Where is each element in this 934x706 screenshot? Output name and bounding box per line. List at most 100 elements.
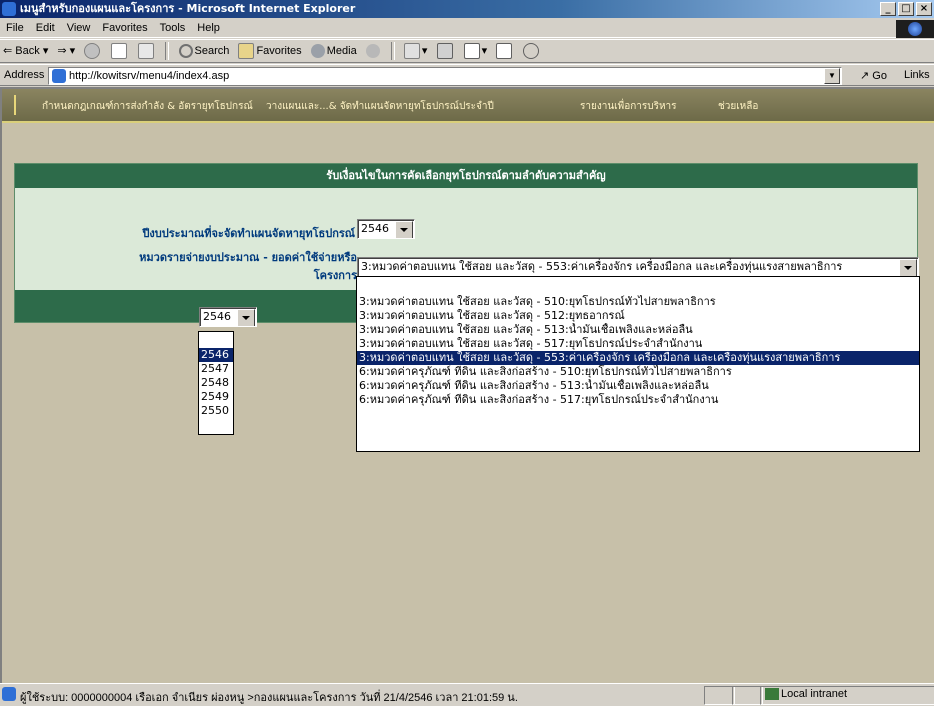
year-option[interactable]: 2547 [199, 362, 233, 376]
form-heading: รับเงื่อนไขในการคัดเลือกยุทโธปกรณ์ตามลำด… [15, 164, 917, 188]
category-option[interactable]: 6:หมวดค่าครุภัณฑ์ ที่ดิน และสิ่งก่อสร้าง… [357, 379, 919, 393]
mail-icon [403, 43, 420, 60]
category-select-value: 3:หมวดค่าตอบแทน ใช้สอย และวัสดุ - 553:ค่… [361, 260, 843, 273]
forward-arrow-icon: ⇒ ▾ [57, 45, 76, 57]
toolbar-separator [165, 42, 170, 60]
category-option[interactable]: 3:หมวดค่าตอบแทน ใช้สอย และวัสดุ - 510:ยุ… [357, 295, 919, 309]
address-dropdown-button[interactable]: ▼ [824, 68, 840, 84]
year-option[interactable]: 2548 [199, 376, 233, 390]
stop-icon [84, 43, 101, 60]
zone-label: Local intranet [781, 688, 848, 700]
address-input[interactable]: http://kowitsrv/menu4/index4.asp [48, 67, 842, 85]
media-icon [310, 44, 325, 59]
category-option[interactable]: 6:หมวดค่าครุภัณฑ์ ที่ดิน และสิ่งก่อสร้าง… [357, 393, 919, 407]
dropdown-arrow-icon[interactable] [899, 259, 917, 276]
category-option[interactable]: 3:หมวดค่าตอบแทน ใช้สอย และวัสดุ - 513:น้… [357, 323, 919, 337]
messenger-button[interactable] [520, 40, 544, 62]
mail-button[interactable]: ▾ [401, 40, 431, 62]
dropdown-arrow-icon[interactable] [395, 221, 413, 238]
discuss-button[interactable] [493, 40, 517, 62]
zone-pane: Local intranet [760, 686, 934, 705]
menu-favorites[interactable]: Favorites [96, 18, 153, 38]
search-icon [178, 44, 193, 59]
category-options: 3:หมวดค่าตอบแทน ใช้สอย และวัสดุ - 510:ยุ… [356, 276, 920, 452]
maximize-button[interactable]: □ [898, 2, 914, 16]
dropdown-arrow-icon[interactable] [237, 309, 255, 326]
minimize-button[interactable]: _ [880, 2, 896, 16]
home-button[interactable] [135, 40, 159, 62]
status-bar: ผู้ใช้ระบบ: 0000000004 เรือเอก จำเนียร ผ… [0, 683, 934, 705]
intranet-icon [765, 688, 779, 700]
status-pane [704, 686, 735, 705]
browser-content: กำหนดกฎเกณฑ์การส่งกำลัง & อัตรายุทโธปกรณ… [0, 87, 934, 683]
top-navigation: กำหนดกฎเกณฑ์การส่งกำลัง & อัตรายุทโธปกรณ… [2, 89, 934, 123]
year-option[interactable]: 2546 [199, 348, 233, 362]
category-select[interactable]: 3:หมวดค่าตอบแทน ใช้สอย และวัสดุ - 553:ค่… [357, 257, 919, 277]
close-button[interactable]: × [916, 2, 932, 16]
nav-divider [14, 95, 16, 115]
year-select[interactable]: 2546 [357, 219, 415, 239]
ie-page-icon [2, 2, 16, 16]
links-button[interactable]: Links [904, 69, 930, 81]
status-text: ผู้ใช้ระบบ: 0000000004 เรือเอก จำเนียร ผ… [20, 692, 518, 704]
edit-button[interactable]: ▾ [461, 40, 491, 62]
category-label-line1: หมวดรายจ่ายงบประมาณ - ยอดค่าใช้จ่ายหรือ [139, 251, 357, 264]
forward-button[interactable]: ⇒ ▾ [54, 40, 78, 62]
search-label: Search [194, 45, 230, 57]
menu-edit[interactable]: Edit [30, 18, 61, 38]
nav-item-rules[interactable]: กำหนดกฎเกณฑ์การส่งกำลัง & อัตรายุทโธปกรณ… [42, 99, 253, 114]
second-year-select-value: 2546 [203, 310, 231, 323]
category-option[interactable]: 6:หมวดค่าครุภัณฑ์ ที่ดิน และสิ่งก่อสร้าง… [357, 365, 919, 379]
search-button[interactable]: Search [176, 40, 233, 62]
address-url: http://kowitsrv/menu4/index4.asp [69, 70, 230, 82]
go-button[interactable]: ↗ Go [860, 69, 887, 82]
discuss-icon [496, 43, 513, 60]
second-year-select[interactable]: 2546 [199, 307, 257, 327]
print-button[interactable] [434, 40, 458, 62]
standard-toolbar: ⇐ Back ▾ ⇒ ▾ Search Favorites Media ▾ ▾ [0, 39, 934, 63]
nav-item-planning[interactable]: วางแผนและ...& จัดทำแผนจัดหายุทโธปกรณ์ประ… [266, 99, 494, 114]
page-icon [52, 69, 66, 83]
category-option[interactable]: 3:หมวดค่าตอบแทน ใช้สอย และวัสดุ - 553:ค่… [357, 351, 919, 365]
nav-item-reports[interactable]: รายงานเพื่อการบริหาร [580, 99, 677, 114]
favorites-icon [238, 43, 255, 60]
year-select-value: 2546 [361, 222, 389, 235]
menu-help[interactable]: Help [191, 18, 226, 38]
window-title-bar: เมนูสำหรับกองแผนและโครงการ - Microsoft I… [0, 0, 934, 18]
edit-icon [463, 43, 480, 60]
toolbar-separator [390, 42, 395, 60]
history-button[interactable] [363, 40, 385, 62]
ie-throbber-logo [896, 20, 934, 38]
address-label: Address [4, 69, 45, 81]
year-label: ปีงบประมาณที่จะจัดทำแผนจัดหายุทโธปกรณ์ [142, 227, 355, 240]
menu-tools[interactable]: Tools [154, 18, 192, 38]
window-title: เมนูสำหรับกองแผนและโครงการ - Microsoft I… [20, 2, 356, 15]
back-arrow-icon: ⇐ [3, 45, 16, 57]
media-button[interactable]: Media [308, 40, 360, 62]
category-option[interactable]: 3:หมวดค่าตอบแทน ใช้สอย และวัสดุ - 512:ยุ… [357, 309, 919, 323]
year-option[interactable]: 2549 [199, 390, 233, 404]
go-label: Go [872, 70, 887, 82]
print-icon [436, 43, 453, 60]
home-icon [138, 43, 155, 60]
address-bar: Address http://kowitsrv/menu4/index4.asp… [0, 64, 934, 86]
year-option[interactable]: 2550 [199, 404, 233, 418]
category-option[interactable]: 3:หมวดค่าตอบแทน ใช้สอย และวัสดุ - 517:ยุ… [357, 337, 919, 351]
favorites-label: Favorites [256, 45, 302, 57]
media-label: Media [326, 45, 357, 57]
stop-button[interactable] [81, 40, 105, 62]
menu-file[interactable]: File [0, 18, 30, 38]
back-dropdown-icon: ▾ [42, 45, 49, 57]
back-button[interactable]: ⇐ Back ▾ [0, 40, 51, 62]
menu-view[interactable]: View [61, 18, 97, 38]
history-icon [365, 44, 380, 59]
status-pane [732, 686, 763, 705]
refresh-icon [111, 43, 128, 60]
info-icon [523, 43, 540, 60]
nav-item-help[interactable]: ช่วยเหลือ [718, 99, 758, 114]
category-label-line2: โครงการ [313, 269, 357, 282]
favorites-button[interactable]: Favorites [235, 40, 304, 62]
refresh-button[interactable] [108, 40, 132, 62]
go-arrow-icon: ↗ [860, 70, 870, 82]
status-page-icon [2, 687, 16, 701]
